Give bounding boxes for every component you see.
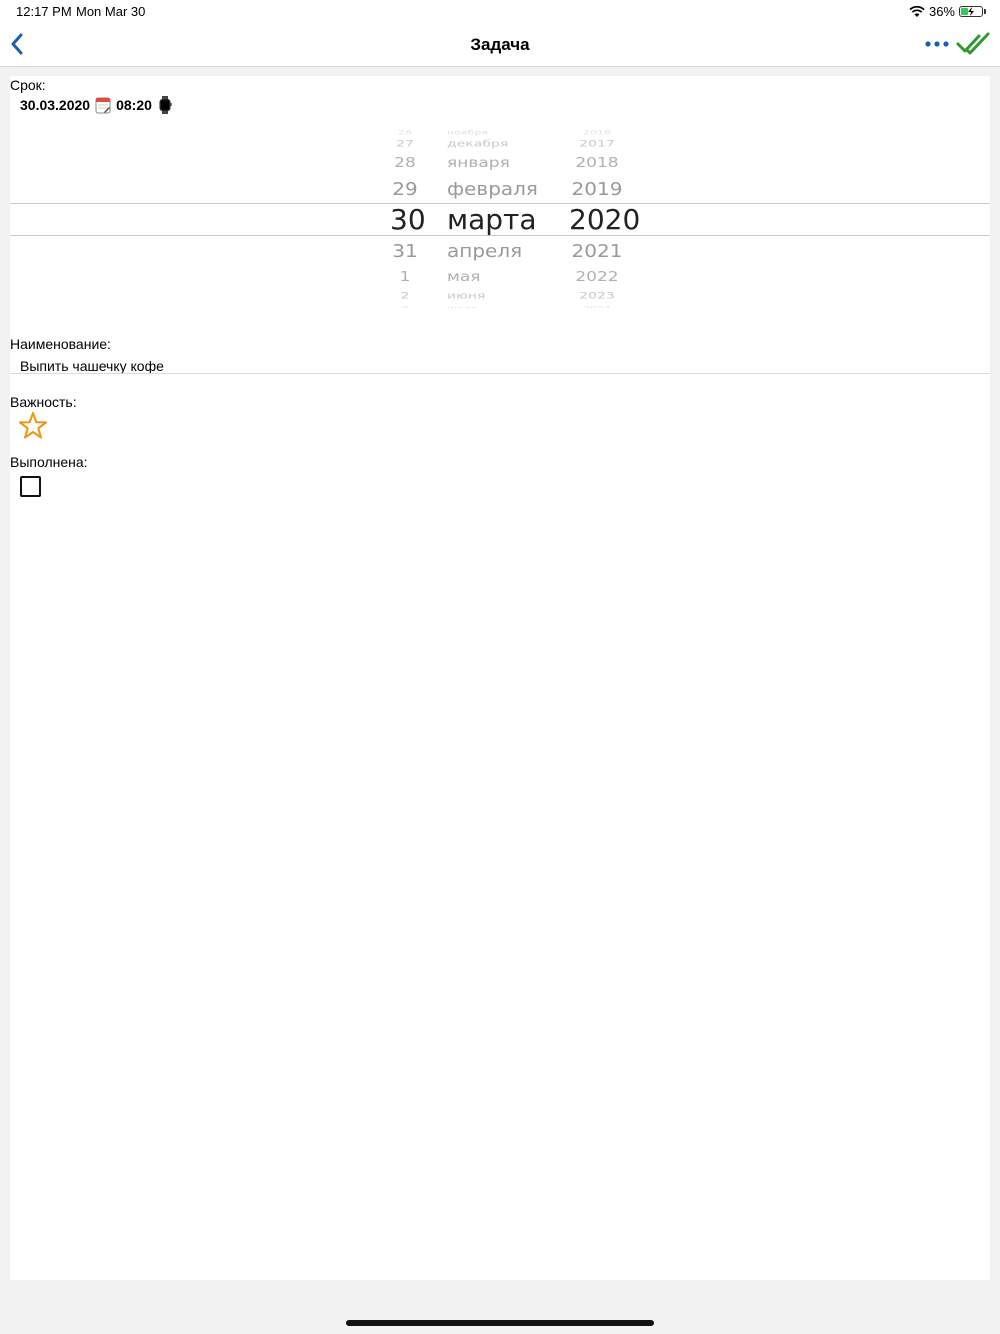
date-picker[interactable]: 26 ноября 2016 27 декабря 2017 28 января 2018 29 ф…: [10, 128, 990, 308]
picker-year-option[interactable]: 2017: [569, 140, 625, 149]
picker-year-option[interactable]: 2021: [569, 242, 625, 260]
completed-checkbox[interactable]: [20, 476, 41, 497]
picker-month-option[interactable]: июня: [447, 292, 567, 301]
picker-month-option[interactable]: февраля: [447, 180, 567, 198]
picker-month-option[interactable]: марта: [447, 206, 567, 234]
double-check-icon: [956, 32, 990, 55]
picker-day-option[interactable]: 28: [390, 156, 420, 170]
navigation-bar: Задача: [0, 24, 1000, 67]
due-time[interactable]: 08:20: [116, 97, 152, 113]
name-input[interactable]: Выпить чашечку кофе: [20, 358, 164, 374]
picker-day-option[interactable]: 30: [390, 206, 426, 234]
picker-year-option[interactable]: 2019: [569, 180, 625, 198]
picker-year-option[interactable]: 2018: [569, 156, 625, 170]
picker-year-option[interactable]: 2024: [569, 305, 625, 308]
status-indicators: 36%: [909, 4, 986, 19]
picker-month-option[interactable]: июля: [447, 305, 567, 308]
picker-month-option[interactable]: ноября: [447, 129, 567, 135]
picker-day-option[interactable]: 27: [390, 140, 420, 149]
due-label: Срок:: [10, 77, 46, 93]
importance-label: Важность:: [10, 394, 77, 410]
due-date[interactable]: 30.03.2020: [20, 97, 90, 113]
picker-day-option[interactable]: 1: [390, 270, 420, 284]
more-dots-icon: [925, 41, 949, 47]
picker-day-option[interactable]: 3: [390, 305, 420, 308]
more-button[interactable]: [922, 34, 952, 54]
picker-month-option[interactable]: мая: [447, 270, 567, 284]
completed-label: Выполнена:: [10, 454, 88, 470]
name-label: Наименование:: [10, 336, 111, 352]
page-title: Задача: [470, 35, 530, 54]
status-bar: 12:17 PM Mon Mar 30 36%: [0, 0, 1000, 24]
due-datetime: 30.03.2020 08:20: [20, 96, 174, 114]
picker-day-option[interactable]: 26: [390, 129, 420, 135]
picker-day-option[interactable]: 2: [390, 292, 420, 301]
picker-day-option[interactable]: 29: [390, 180, 420, 198]
home-indicator: [346, 1320, 654, 1326]
status-time: 12:17 PM: [16, 4, 72, 19]
picker-month-option[interactable]: апреля: [447, 242, 567, 260]
watch-icon[interactable]: [156, 96, 174, 114]
picker-year-option[interactable]: 2016: [569, 129, 625, 135]
picker-year-option[interactable]: 2022: [569, 270, 625, 284]
task-form: Срок: 30.03.2020 08:20 26 ноября 2016 27 дек…: [10, 76, 990, 1280]
done-button[interactable]: [956, 30, 992, 58]
picker-day-option[interactable]: 31: [390, 242, 420, 260]
battery-tip: [984, 9, 986, 14]
picker-month-option[interactable]: декабря: [447, 140, 567, 149]
calendar-icon[interactable]: [94, 96, 112, 114]
picker-year-option[interactable]: 2023: [569, 292, 625, 301]
wifi-icon: [909, 5, 925, 17]
battery-percent: 36%: [928, 4, 955, 19]
name-input-underline: [10, 373, 990, 374]
battery-icon: [959, 6, 983, 17]
status-date: Mon Mar 30: [76, 4, 146, 19]
picker-month-option[interactable]: января: [447, 156, 567, 170]
picker-year-option[interactable]: 2020: [569, 206, 640, 234]
star-outline-icon[interactable]: [18, 411, 48, 441]
